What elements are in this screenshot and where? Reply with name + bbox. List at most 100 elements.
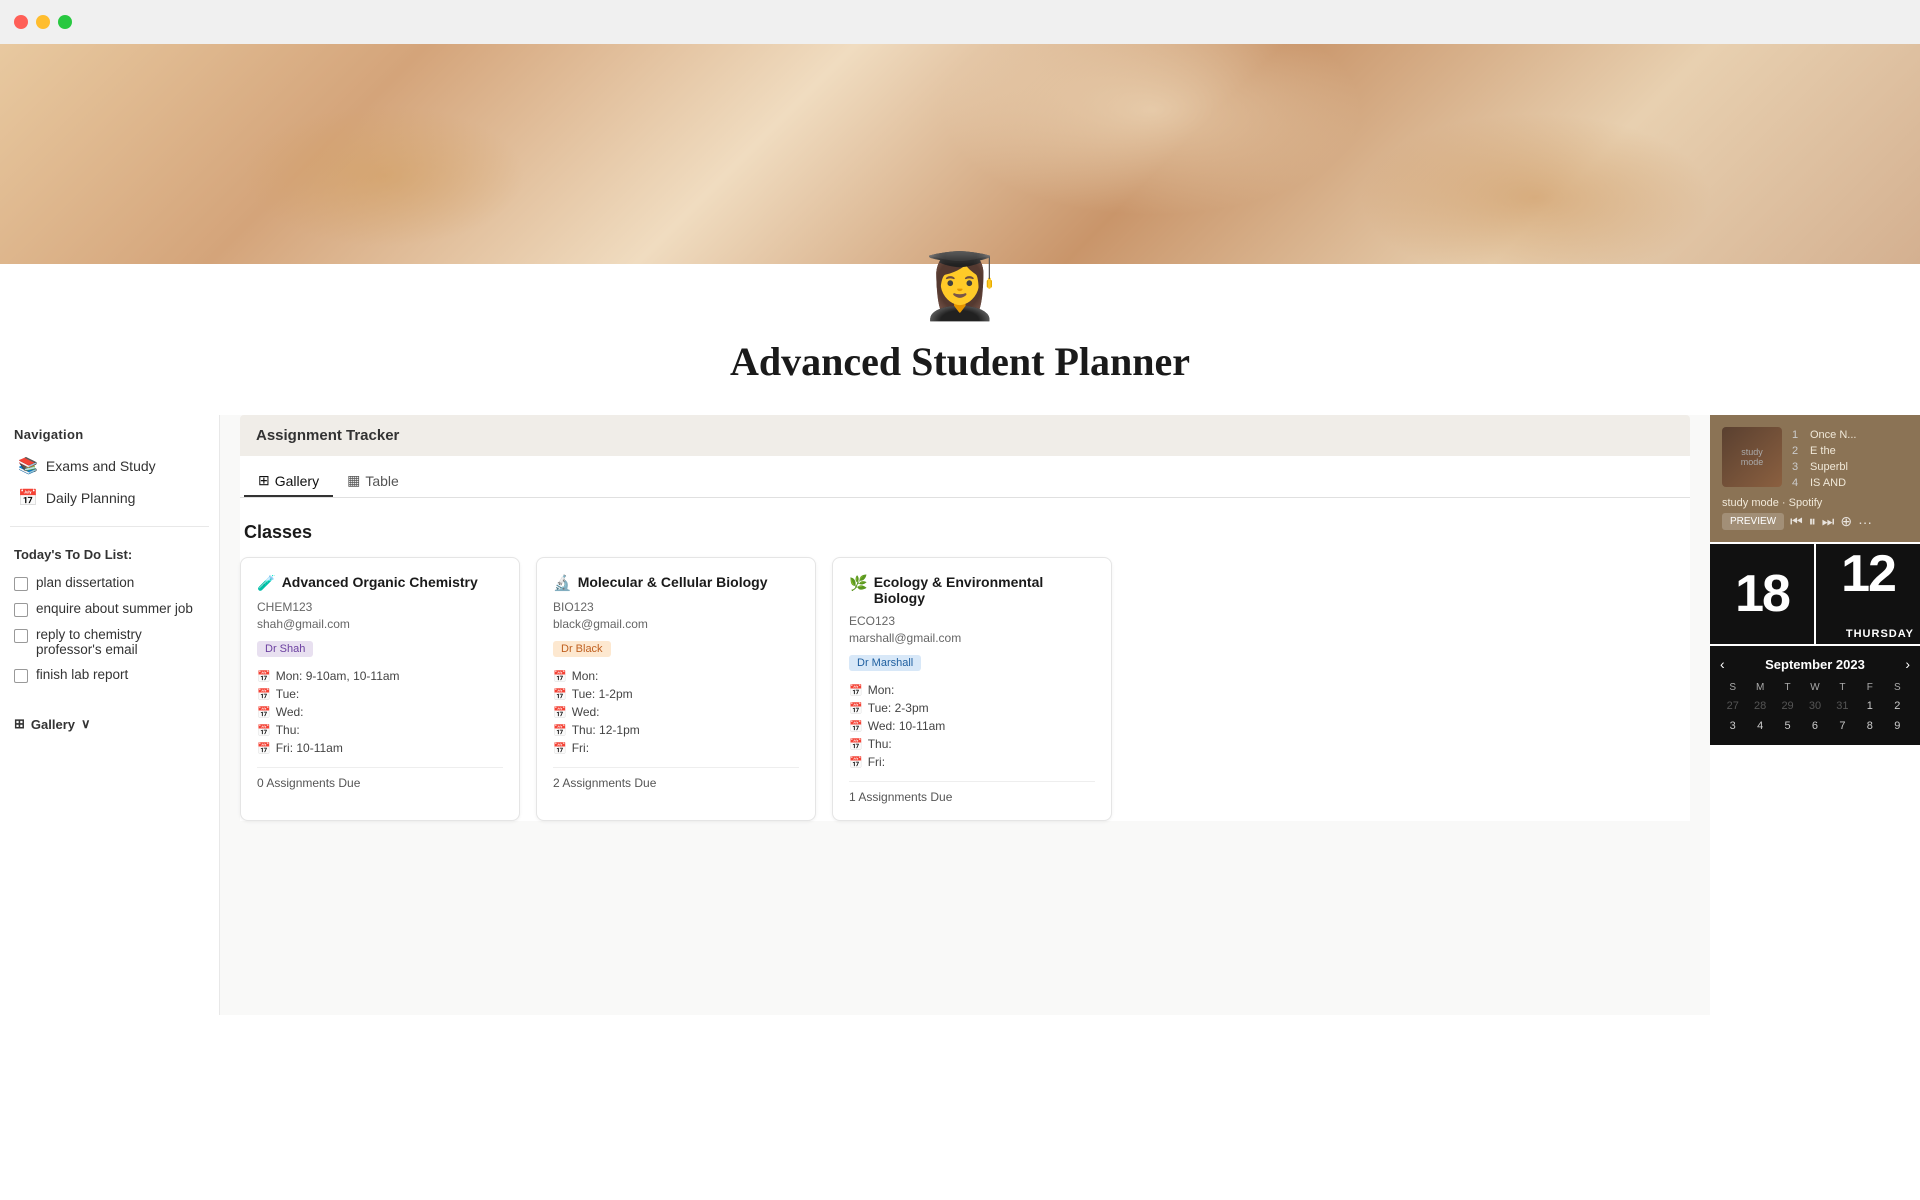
calendar-next-button[interactable]: › [1905, 656, 1910, 672]
main-layout: Navigation 📚 Exams and Study 📅 Daily Pla… [0, 415, 1920, 1015]
spotify-thumbnail: studymode [1722, 427, 1782, 487]
class-card-chem: 🧪 Advanced Organic Chemistry CHEM123 sha… [240, 557, 520, 821]
table-tab-label: Table [365, 473, 398, 489]
cal-header-t2: T [1830, 680, 1855, 695]
todo-checkbox-3[interactable] [14, 629, 28, 643]
tab-table[interactable]: ▦ Table [333, 466, 413, 497]
track-title-2: E the [1810, 445, 1836, 457]
eco-email: marshall@gmail.com [849, 631, 1095, 645]
cal-header-w: W [1802, 680, 1827, 695]
clock-widget: 18 12 THURSDAY [1710, 544, 1920, 644]
bio-sched-fri: 📅 Fri: [553, 739, 799, 757]
todo-label-1: plan dissertation [36, 575, 134, 590]
right-panel: studymode 1 Once N... 2 E the 3 [1710, 415, 1920, 1015]
clock-minutes: 12 [1816, 544, 1920, 604]
track-num-2: 2 [1792, 445, 1804, 457]
eco-sched-wed: 📅 Wed: 10-11am [849, 717, 1095, 735]
todo-label-2: enquire about summer job [36, 601, 193, 616]
cal-day-4[interactable]: 4 [1747, 717, 1772, 735]
todo-title: Today's To Do List: [10, 539, 209, 570]
chem-code: CHEM123 [257, 600, 503, 614]
chem-email: shah@gmail.com [257, 617, 503, 631]
minimize-button[interactable] [36, 15, 50, 29]
class-card-bio: 🔬 Molecular & Cellular Biology BIO123 bl… [536, 557, 816, 821]
clock-day: THURSDAY [1816, 604, 1920, 644]
view-tabs: ⊞ Gallery ▦ Table [240, 456, 1690, 498]
cal-day-31[interactable]: 31 [1830, 697, 1855, 715]
cal-day-2[interactable]: 2 [1885, 697, 1910, 715]
eco-sched-mon: 📅 Mon: [849, 681, 1095, 699]
cal-day-28[interactable]: 28 [1747, 697, 1772, 715]
tab-gallery[interactable]: ⊞ Gallery [244, 466, 333, 497]
cal-header-s2: S [1885, 680, 1910, 695]
more-options-icon[interactable]: ··· [1858, 514, 1872, 530]
exams-icon: 📚 [18, 456, 38, 476]
track-num-4: 4 [1792, 477, 1804, 489]
cal-day-29[interactable]: 29 [1775, 697, 1800, 715]
calendar-prev-button[interactable]: ‹ [1720, 656, 1725, 672]
sidebar-item-exams-label: Exams and Study [46, 458, 156, 474]
add-track-icon[interactable]: ⊕ [1840, 513, 1852, 530]
calendar-widget: ‹ September 2023 › S M T W T F S 27 28 2… [1710, 646, 1920, 745]
page-title: Advanced Student Planner [730, 338, 1190, 385]
sidebar-item-daily-planning[interactable]: 📅 Daily Planning [10, 482, 209, 514]
tracker-header: Assignment Tracker [240, 415, 1690, 456]
sidebar-bottom: ⊞ Gallery ∨ [10, 708, 209, 740]
cal-day-7[interactable]: 7 [1830, 717, 1855, 735]
play-icon[interactable]: ⏸ [1809, 513, 1816, 530]
track-1: 1 Once N... [1792, 427, 1908, 443]
chem-sched-wed: 📅 Wed: [257, 703, 503, 721]
gallery-label[interactable]: ⊞ Gallery ∨ [14, 716, 205, 732]
todo-item-3: reply to chemistry professor's email [10, 622, 209, 662]
cal-day-3[interactable]: 3 [1720, 717, 1745, 735]
spotify-label: study mode · Spotify [1722, 497, 1908, 509]
track-title-4: IS AND [1810, 477, 1846, 489]
eco-title-text: Ecology & Environmental Biology [874, 574, 1095, 606]
chem-professor-badge: Dr Shah [257, 641, 313, 657]
cal-day-30[interactable]: 30 [1802, 697, 1827, 715]
spotify-tracks: 1 Once N... 2 E the 3 Superbl 4 [1792, 427, 1908, 491]
bio-sched-thu: 📅 Thu: 12-1pm [553, 721, 799, 739]
chem-sched-fri: 📅 Fri: 10-11am [257, 739, 503, 757]
todo-checkbox-4[interactable] [14, 669, 28, 683]
table-tab-icon: ▦ [347, 472, 360, 489]
class-title-chem: 🧪 Advanced Organic Chemistry [257, 574, 503, 592]
bio-title-text: Molecular & Cellular Biology [578, 574, 768, 590]
chem-assignments-due: 0 Assignments Due [257, 767, 503, 790]
avatar: 👩‍🎓 [920, 254, 1000, 318]
cal-day-8[interactable]: 8 [1857, 717, 1882, 735]
cal-header-t1: T [1775, 680, 1800, 695]
bio-code: BIO123 [553, 600, 799, 614]
grid-icon: ⊞ [14, 716, 25, 732]
bio-sched-tue: 📅 Tue: 1-2pm [553, 685, 799, 703]
eco-sched-thu: 📅 Thu: [849, 735, 1095, 753]
cal-header-s1: S [1720, 680, 1745, 695]
spotify-inner: studymode 1 Once N... 2 E the 3 [1722, 427, 1908, 491]
next-track-icon[interactable]: ⏭ [1822, 513, 1835, 530]
cal-day-1[interactable]: 1 [1857, 697, 1882, 715]
eco-code: ECO123 [849, 614, 1095, 628]
cal-day-5[interactable]: 5 [1775, 717, 1800, 735]
content-area: Assignment Tracker ⊞ Gallery ▦ Table Cla… [220, 415, 1710, 1015]
bio-sched-wed: 📅 Wed: [553, 703, 799, 721]
page-wrapper: 👩‍🎓 Advanced Student Planner Navigation … [0, 264, 1920, 1015]
chem-title-text: Advanced Organic Chemistry [282, 574, 478, 590]
eco-assignments-due: 1 Assignments Due [849, 781, 1095, 804]
sidebar-item-exams[interactable]: 📚 Exams and Study [10, 450, 209, 482]
cal-day-6[interactable]: 6 [1802, 717, 1827, 735]
cal-day-9[interactable]: 9 [1885, 717, 1910, 735]
close-button[interactable] [14, 15, 28, 29]
spotify-controls: PREVIEW ⏮ ⏸ ⏭ ⊕ ··· [1722, 513, 1908, 530]
bio-emoji: 🔬 [553, 574, 572, 592]
todo-checkbox-2[interactable] [14, 603, 28, 617]
track-title-1: Once N... [1810, 429, 1856, 441]
todo-checkbox-1[interactable] [14, 577, 28, 591]
maximize-button[interactable] [58, 15, 72, 29]
titlebar [0, 0, 1920, 44]
chem-emoji: 🧪 [257, 574, 276, 592]
cal-day-27[interactable]: 27 [1720, 697, 1745, 715]
gallery-tab-label: Gallery [275, 473, 319, 489]
prev-track-icon[interactable]: ⏮ [1790, 513, 1803, 530]
track-title-3: Superbl [1810, 461, 1848, 473]
spotify-preview-button[interactable]: PREVIEW [1722, 513, 1784, 530]
